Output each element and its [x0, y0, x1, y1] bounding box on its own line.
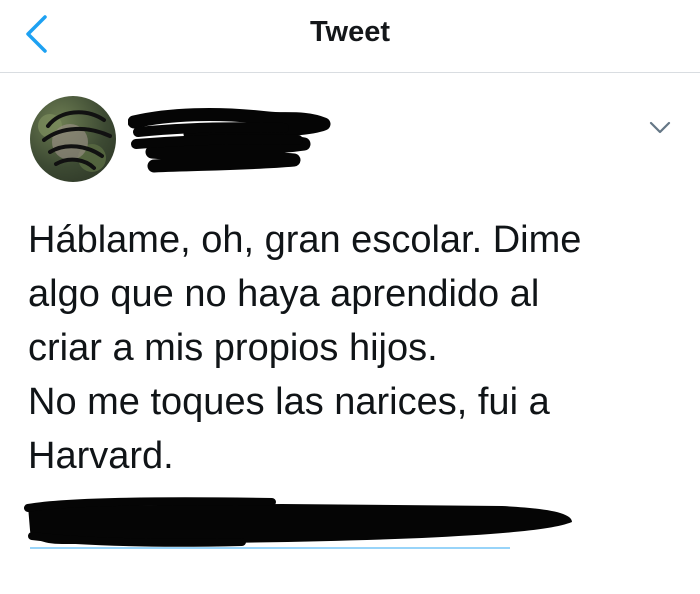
tweet-text: Háblame, oh, gran escolar. Dime algo que…	[28, 219, 582, 477]
tweet-footer-redacted	[22, 494, 578, 564]
more-options-button[interactable]	[640, 113, 680, 143]
chevron-down-icon	[649, 121, 671, 134]
page-title: Tweet	[309, 16, 391, 48]
avatar-redaction	[38, 110, 112, 172]
avatar[interactable]	[30, 96, 116, 182]
footer-scribble-redaction	[24, 497, 572, 549]
author-name-redacted[interactable]	[127, 104, 348, 176]
scribble-redaction	[127, 108, 331, 173]
top-bar: Tweet	[0, 0, 700, 73]
